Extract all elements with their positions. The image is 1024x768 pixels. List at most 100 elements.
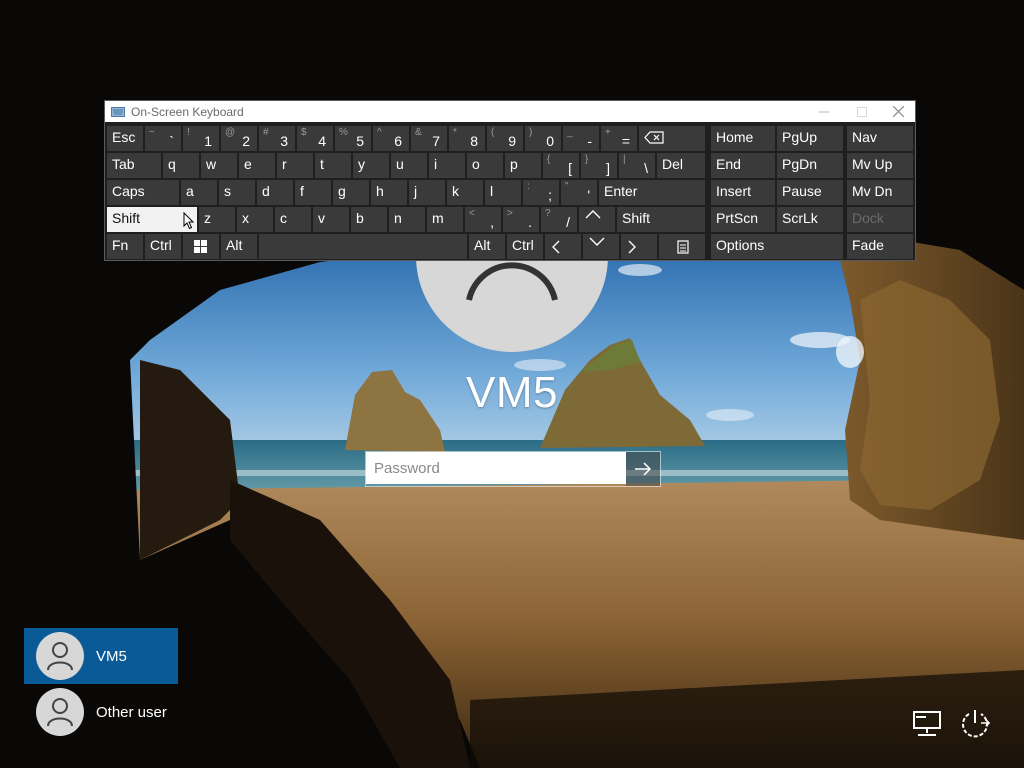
key-alt-left[interactable]: Alt — [221, 234, 257, 259]
submit-button[interactable] — [626, 452, 660, 486]
key-x[interactable]: x — [237, 207, 273, 232]
key-q[interactable]: q — [163, 153, 199, 178]
key-z[interactable]: z — [199, 207, 235, 232]
menu-key-icon — [677, 240, 689, 254]
key-8[interactable]: * 8 — [449, 126, 485, 151]
key-shift-right[interactable]: Shift — [617, 207, 705, 232]
key-y[interactable]: y — [353, 153, 389, 178]
key-s[interactable]: s — [219, 180, 255, 205]
key-end[interactable]: End — [711, 153, 775, 178]
key-l[interactable]: l — [485, 180, 521, 205]
key-space[interactable] — [259, 234, 467, 259]
key-tab[interactable]: Tab — [107, 153, 161, 178]
key-esc[interactable]: Esc — [107, 126, 143, 151]
key-f[interactable]: f — [295, 180, 331, 205]
key-d[interactable]: d — [257, 180, 293, 205]
key-pgup[interactable]: PgUp — [777, 126, 843, 151]
key-right-bracket[interactable]: }] — [581, 153, 617, 178]
key-enter[interactable]: Enter — [599, 180, 705, 205]
maximize-button[interactable] — [843, 101, 881, 122]
key-2[interactable]: @2 — [221, 126, 257, 151]
person-icon — [47, 698, 73, 727]
key-scrlk[interactable]: ScrLk — [777, 207, 843, 232]
key-mv-dn[interactable]: Mv Dn — [847, 180, 913, 205]
key-o[interactable]: o — [467, 153, 503, 178]
key-e[interactable]: e — [239, 153, 275, 178]
key-semicolon[interactable]: :; — [523, 180, 559, 205]
key-9[interactable]: (9 — [487, 126, 523, 151]
key-arrow-right[interactable] — [621, 234, 657, 259]
key-v[interactable]: v — [313, 207, 349, 232]
close-button[interactable] — [879, 101, 917, 122]
key-7[interactable]: & 7 — [411, 126, 447, 151]
password-input[interactable] — [366, 452, 626, 484]
key-k[interactable]: k — [447, 180, 483, 205]
key-3[interactable]: #3 — [259, 126, 295, 151]
key-arrow-left[interactable] — [545, 234, 581, 259]
key-1[interactable]: ! 1 — [183, 126, 219, 151]
key-dock: Dock — [847, 207, 913, 232]
key-period[interactable]: >. — [503, 207, 539, 232]
key-pause[interactable]: Pause — [777, 180, 843, 205]
key-minus[interactable]: _ - — [563, 126, 599, 151]
user-list-item-vm5[interactable]: VM5 — [24, 628, 178, 684]
key-arrow-down[interactable] — [583, 234, 619, 259]
key-4[interactable]: $4 — [297, 126, 333, 151]
arrow-left-icon — [552, 240, 560, 254]
key-6[interactable]: ^ 6 — [373, 126, 409, 151]
key-prtscn[interactable]: PrtScn — [711, 207, 775, 232]
key-equals[interactable]: + = — [601, 126, 637, 151]
key-5[interactable]: % 5 — [335, 126, 371, 151]
key-a[interactable]: a — [181, 180, 217, 205]
key-left-bracket[interactable]: {[ — [543, 153, 579, 178]
key-r[interactable]: r — [277, 153, 313, 178]
key-menu[interactable] — [659, 234, 705, 259]
minimize-button[interactable] — [805, 101, 843, 122]
key-p[interactable]: p — [505, 153, 541, 178]
network-icon — [913, 711, 941, 736]
key-n[interactable]: n — [389, 207, 425, 232]
key-caps[interactable]: Caps — [107, 180, 179, 205]
key-u[interactable]: u — [391, 153, 427, 178]
key-alt-right[interactable]: Alt — [469, 234, 505, 259]
key-arrow-up[interactable] — [579, 207, 615, 232]
key-slash[interactable]: ? / — [541, 207, 577, 232]
key-windows[interactable] — [183, 234, 219, 259]
user-list-item-other-user[interactable]: Other user — [24, 684, 178, 740]
key-ctrl-right[interactable]: Ctrl — [507, 234, 543, 259]
arrow-right-icon — [635, 462, 652, 476]
key-comma[interactable]: <, — [465, 207, 501, 232]
key-m[interactable]: m — [427, 207, 463, 232]
osk-keys: Esc ~ ` ! 1 @2 #3 $4 % 5 ^ 6 & 7 * 8 (9 ) 0 _ - … — [105, 122, 915, 260]
arrow-right-icon — [628, 240, 636, 254]
key-w[interactable]: w — [201, 153, 237, 178]
key-options[interactable]: Options — [711, 234, 843, 259]
osk-title: On-Screen Keyboard — [131, 104, 244, 119]
key-fade[interactable]: Fade — [847, 234, 913, 259]
avatar — [36, 632, 84, 680]
key-t[interactable]: t — [315, 153, 351, 178]
key-del[interactable]: Del — [657, 153, 705, 178]
key-nav[interactable]: Nav — [847, 126, 913, 151]
key-pgdn[interactable]: PgDn — [777, 153, 843, 178]
key-backspace[interactable] — [639, 126, 705, 151]
key-j[interactable]: j — [409, 180, 445, 205]
key-b[interactable]: b — [351, 207, 387, 232]
key-backtick[interactable]: ~ ` — [145, 126, 181, 151]
key-backslash[interactable]: | \ — [619, 153, 655, 178]
key-0[interactable]: ) 0 — [525, 126, 561, 151]
key-h[interactable]: h — [371, 180, 407, 205]
key-quote[interactable]: " ' — [561, 180, 597, 205]
power-button[interactable] — [958, 706, 992, 740]
key-g[interactable]: g — [333, 180, 369, 205]
key-mv-up[interactable]: Mv Up — [847, 153, 913, 178]
key-shift-left[interactable]: Shift — [107, 207, 197, 232]
key-fn[interactable]: Fn — [107, 234, 143, 259]
osk-titlebar[interactable]: On-Screen Keyboard — [105, 101, 915, 122]
network-button[interactable] — [910, 706, 944, 740]
key-i[interactable]: i — [429, 153, 465, 178]
key-insert[interactable]: Insert — [711, 180, 775, 205]
key-c[interactable]: c — [275, 207, 311, 232]
key-home[interactable]: Home — [711, 126, 775, 151]
key-ctrl-left[interactable]: Ctrl — [145, 234, 181, 259]
